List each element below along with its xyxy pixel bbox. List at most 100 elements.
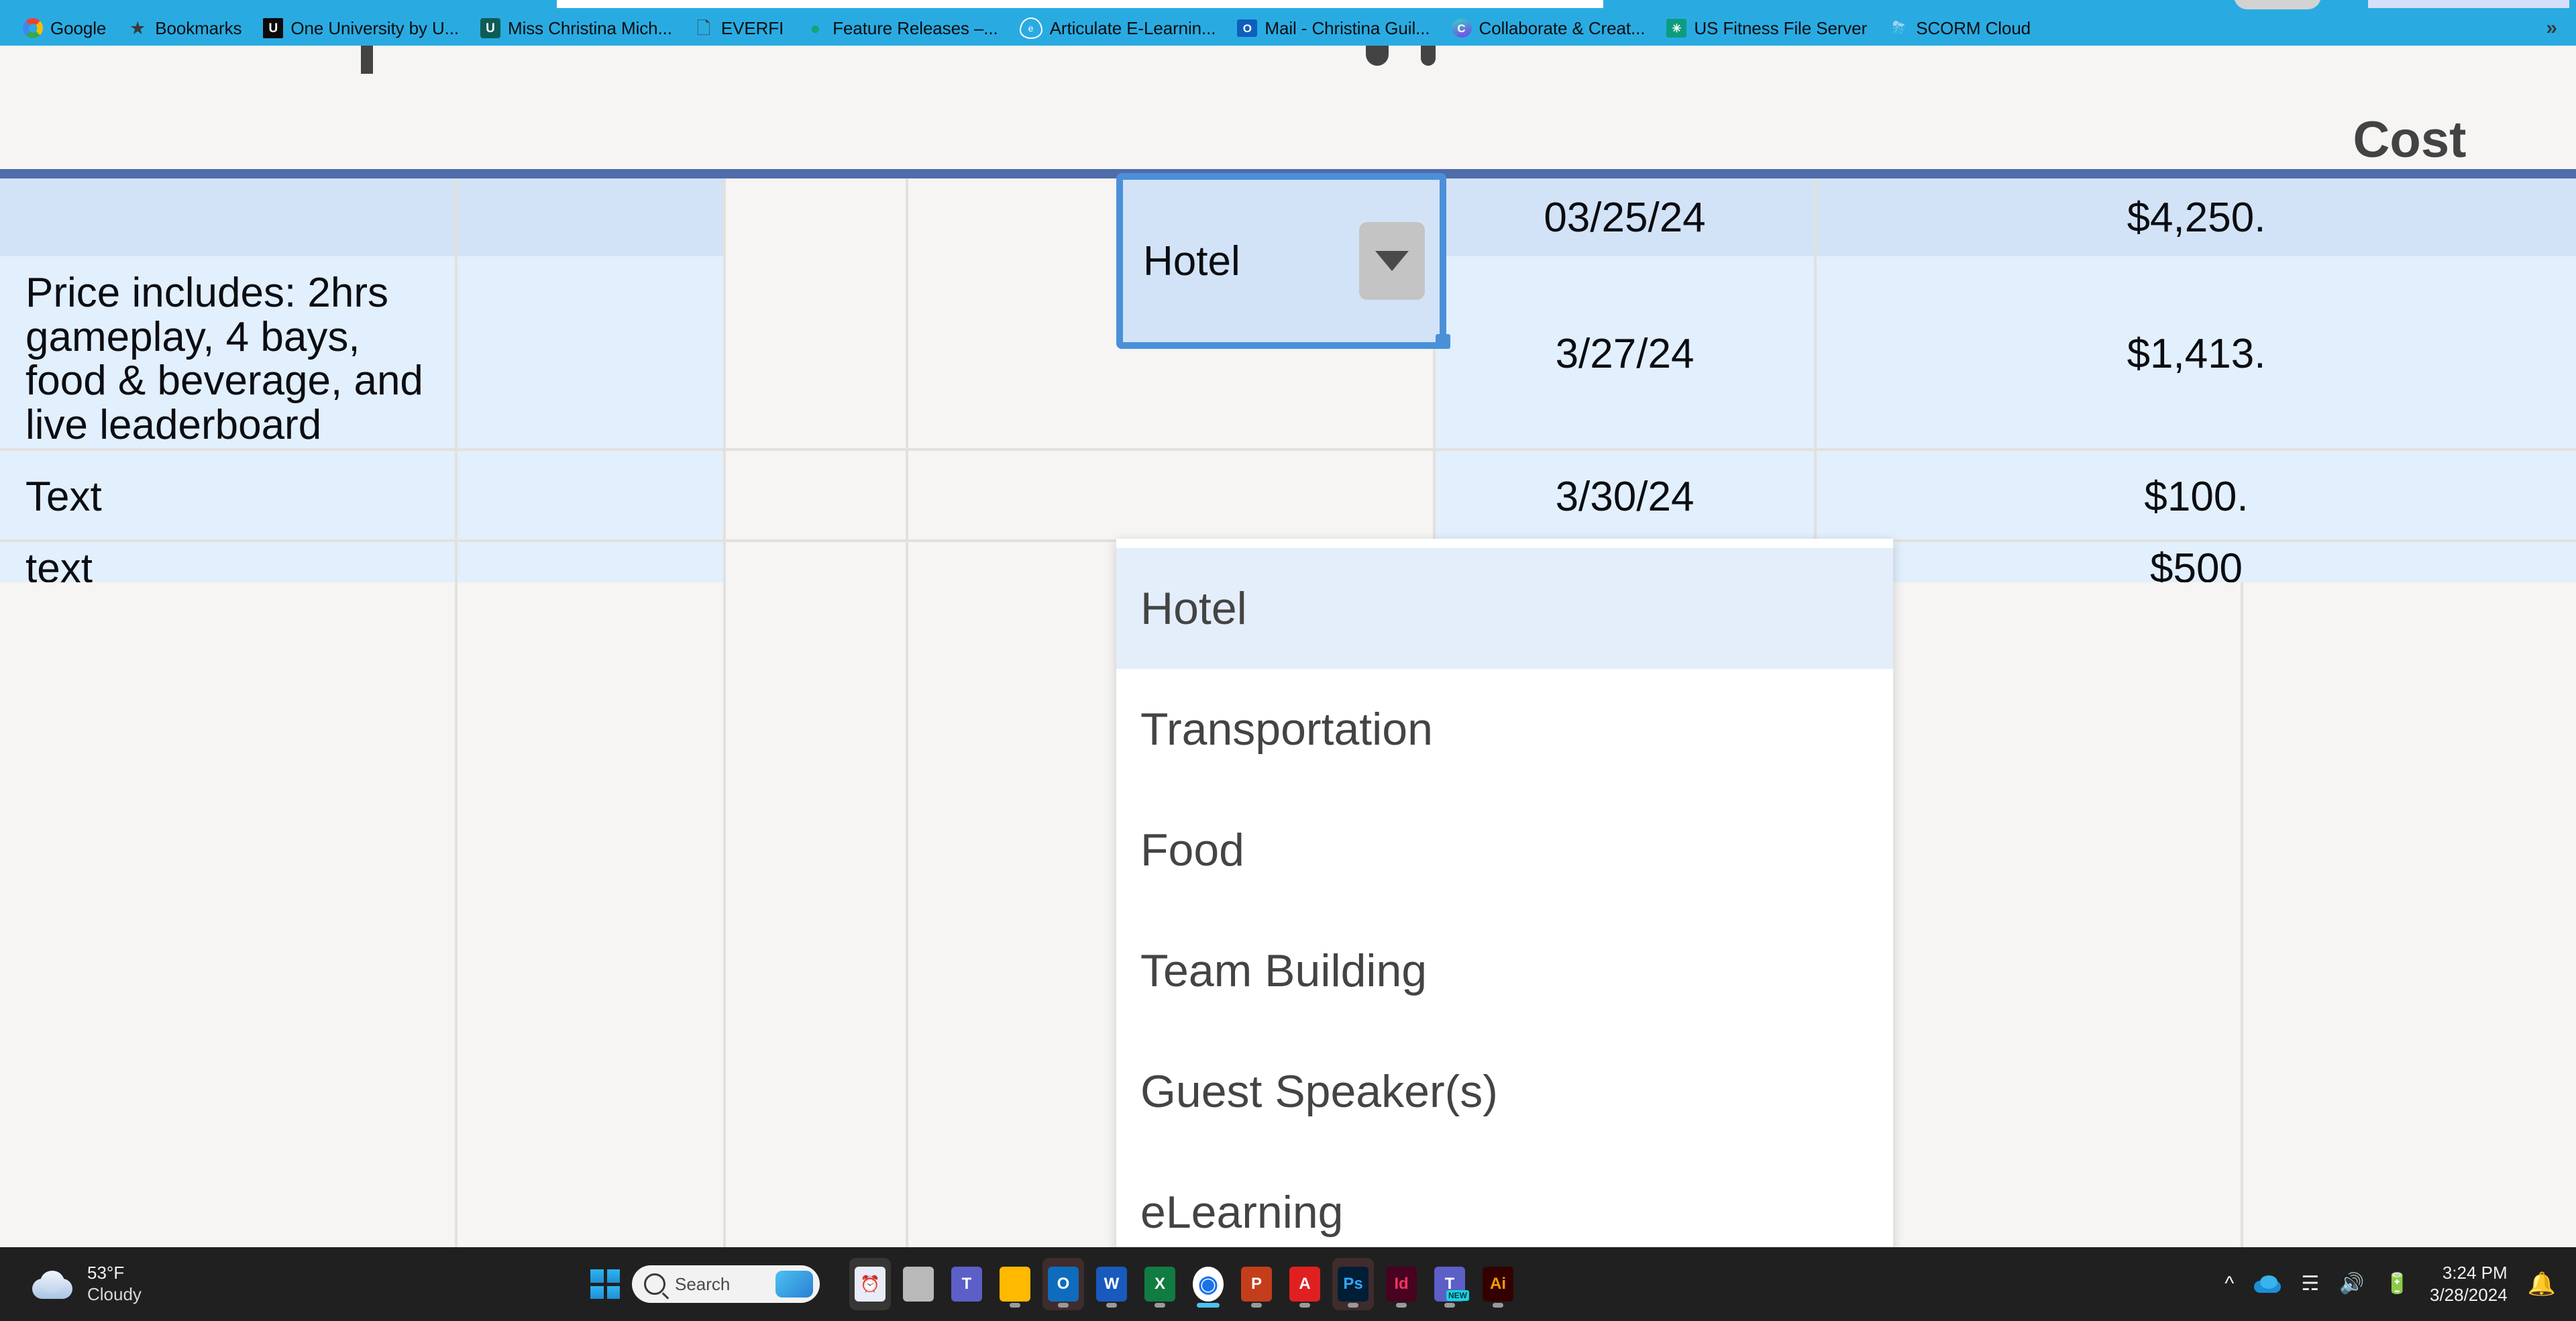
bookmark-item[interactable]: U One University by U... (252, 13, 470, 43)
cell-description[interactable]: Text (0, 451, 455, 542)
wifi-icon[interactable]: ☴ (2301, 1274, 2319, 1294)
taskbar-app-task-view[interactable] (898, 1258, 939, 1310)
header-glyph-remnant (1421, 46, 1436, 66)
cell-cost[interactable]: $500 (1817, 542, 2576, 582)
onedrive-icon[interactable] (2254, 1275, 2282, 1293)
cell-cost[interactable]: $1,413. (1817, 256, 2576, 451)
bookmarks-bar: Google ★ Bookmarks U One University by U... U… (0, 11, 2576, 46)
bookmark-label: EVERFI (720, 17, 784, 38)
dropdown-option[interactable]: Team Building (1116, 910, 1893, 1031)
illustrator-icon: Ai (1483, 1267, 1513, 1302)
folder-icon: 🗋 (696, 18, 711, 38)
bookmark-item[interactable]: ✳ US Fitness File Server (1656, 13, 1878, 43)
bookmark-label: US Fitness File Server (1694, 17, 1868, 38)
bookmark-label: One University by U... (290, 17, 460, 38)
google-icon (23, 18, 43, 38)
column-header-description[interactable] (0, 46, 455, 169)
bookmark-item[interactable]: U Miss Christina Mich... (470, 13, 683, 43)
bookmark-label: Mail - Christina Guil... (1265, 17, 1430, 38)
bookmark-item[interactable]: ★ Bookmarks (117, 13, 252, 43)
bookmark-item[interactable]: C Collaborate & Creat... (1441, 13, 1656, 43)
cloud-icon (31, 1269, 72, 1299)
excel-icon: X (1144, 1267, 1175, 1302)
taskbar-app-teams-new[interactable]: T NEW (1429, 1258, 1470, 1310)
browser-profile-chip[interactable] (2234, 0, 2321, 9)
indesign-icon: Id (1386, 1267, 1417, 1302)
search-placeholder: Search (675, 1273, 731, 1294)
chevron-down-icon[interactable] (1359, 222, 1425, 300)
cell-description[interactable]: text (0, 542, 455, 582)
taskbar-app-microsoft-teams[interactable]: T (946, 1258, 987, 1310)
scorm-cloud-icon: ⛈ (1892, 19, 1905, 37)
taskbar-app-outlook[interactable]: O (1042, 1258, 1084, 1310)
google-chrome-icon: ◉ (1193, 1267, 1224, 1302)
cell-date[interactable]: 03/25/24 (1436, 178, 1814, 256)
adobe-acrobat-icon: A (1289, 1267, 1320, 1302)
cell-date[interactable]: 3/27/24 (1436, 256, 1814, 451)
photoshop-icon: Ps (1338, 1267, 1368, 1302)
column-header-date[interactable] (726, 46, 906, 169)
browser-tab-active[interactable] (557, 0, 1603, 8)
dropdown-option[interactable]: Food (1116, 790, 1893, 910)
taskbar-app-indesign[interactable]: Id (1381, 1258, 1422, 1310)
dropdown-option[interactable]: Hotel (1116, 548, 1893, 669)
bell-icon[interactable]: 🔔 (2528, 1271, 2556, 1298)
bookmark-label: SCORM Cloud (1916, 17, 2031, 38)
cell-cost[interactable]: $4,250. (1817, 178, 2576, 256)
taskbar-app-adobe-acrobat[interactable]: A (1284, 1258, 1326, 1310)
cell-category[interactable] (458, 451, 723, 542)
bookmark-label: Google (50, 17, 107, 38)
dropdown-option[interactable]: eLearning (1116, 1152, 1893, 1247)
taskbar-app-powerpoint[interactable]: P (1236, 1258, 1277, 1310)
table-row[interactable]: Text 3/30/24 $100. (0, 451, 2576, 542)
taskbar-app-clock-alarms[interactable]: ⏰ (849, 1258, 891, 1310)
cell-description[interactable]: Price includes: 2hrs gameplay, 4 bays, f… (0, 256, 455, 451)
bookmark-item[interactable]: Google (12, 13, 117, 43)
articulate-icon: e (1019, 17, 1042, 39)
taskbar-app-word[interactable]: W (1091, 1258, 1132, 1310)
bookmark-item[interactable]: O Mail - Christina Guil... (1226, 13, 1440, 43)
bookmarks-overflow-button[interactable]: » (2538, 11, 2565, 46)
column-header-cost[interactable]: Cost (2243, 46, 2576, 169)
cell-category[interactable] (458, 542, 723, 582)
taskbar-app-illustrator[interactable]: Ai (1477, 1258, 1519, 1310)
fill-handle[interactable] (1436, 334, 1450, 349)
search-input[interactable]: Search (632, 1265, 820, 1303)
taskbar-app-excel[interactable]: X (1139, 1258, 1181, 1310)
cell-date[interactable]: 3/30/24 (1436, 451, 1814, 542)
bookmark-label: Feature Releases –... (833, 17, 998, 38)
screen: Google ★ Bookmarks U One University by U... U… (0, 0, 2576, 1321)
star-icon: ★ (129, 17, 146, 38)
cell-category[interactable] (458, 256, 723, 451)
weather-condition: Cloudy (87, 1284, 142, 1304)
outlook-icon: O (1048, 1267, 1079, 1302)
taskbar-apps: ⏰ T O W X ◉ P A Ps Id T NEW Ai (849, 1258, 1519, 1310)
taskbar-app-google-chrome[interactable]: ◉ (1187, 1258, 1229, 1310)
active-cell-category-editor[interactable]: Hotel (1116, 173, 1446, 349)
category-dropdown-list[interactable]: Hotel Transportation Food Team Building Gues… (1116, 539, 1893, 1247)
battery-charging-icon[interactable]: 🔋 (2385, 1274, 2410, 1294)
cell-description[interactable] (0, 178, 455, 256)
bookmark-item[interactable]: ● Feature Releases –... (794, 13, 1008, 43)
outlook-mail-icon: O (1237, 19, 1258, 37)
cell-category[interactable] (458, 178, 723, 256)
bookmark-item[interactable]: 🗋 EVERFI (683, 13, 794, 43)
clock[interactable]: 3:24 PM 3/28/2024 (2430, 1262, 2508, 1307)
bookmark-item[interactable]: ⛈ SCORM Cloud (1878, 13, 2041, 43)
weather-temperature: 53°F (87, 1263, 125, 1283)
show-hidden-icons-chevron[interactable]: ^ (2224, 1274, 2234, 1294)
taskbar-app-photoshop[interactable]: Ps (1332, 1258, 1374, 1310)
one-university-icon: U (263, 18, 284, 38)
collaborate-icon: C (1451, 19, 1472, 38)
taskbar-weather-widget[interactable]: 53°F Cloudy (0, 1263, 252, 1305)
taskbar-app-file-explorer[interactable] (994, 1258, 1036, 1310)
dropdown-option[interactable]: Guest Speaker(s) (1116, 1031, 1893, 1152)
browser-toolbar-chip[interactable] (2368, 0, 2569, 8)
bookmark-item[interactable]: e Articulate E-Learnin... (1009, 13, 1227, 43)
windows-start-icon[interactable] (590, 1269, 620, 1299)
volume-icon[interactable]: 🔊 (2339, 1274, 2364, 1294)
dropdown-option[interactable]: Transportation (1116, 669, 1893, 790)
column-header-category[interactable] (458, 46, 723, 169)
cell-cost[interactable]: $100. (1817, 451, 2576, 542)
copilot-icon[interactable] (775, 1271, 813, 1298)
